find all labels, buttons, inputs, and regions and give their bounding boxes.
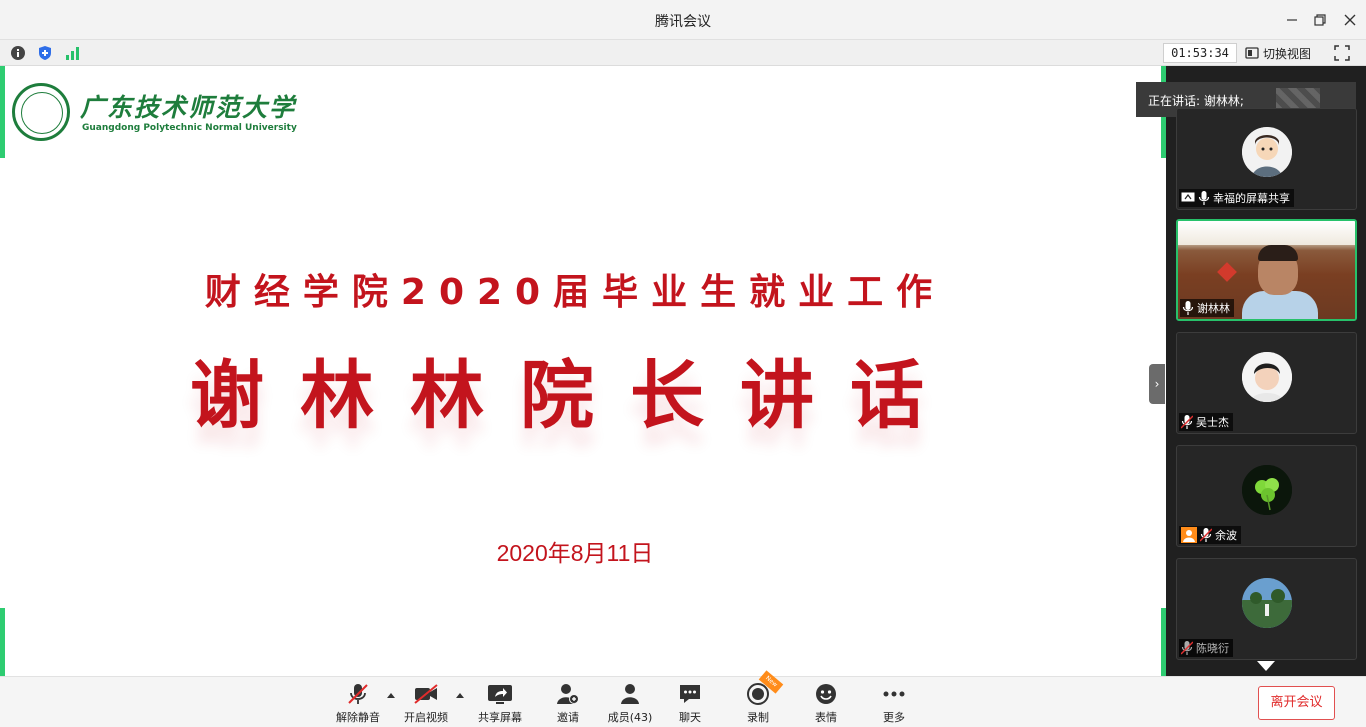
chevron-right-icon: › [1154,377,1160,391]
microphone-muted-icon [1181,641,1193,655]
participant-name: 陈晓衍 [1196,642,1229,655]
invite-button[interactable]: 邀请 [536,682,600,726]
unmute-button[interactable]: 解除静音 [326,682,390,726]
leave-meeting-button[interactable]: 离开会议 [1258,686,1335,720]
minimize-icon[interactable] [1282,10,1302,30]
collapse-panel-button[interactable]: › [1149,364,1165,404]
members-button[interactable]: 成员(43) [598,682,662,726]
participant-name: 幸福的屏幕共享 [1213,192,1290,205]
participant-tile-active[interactable]: 谢林林 [1176,219,1357,321]
logo-english-name: Guangdong Polytechnic Normal University [82,123,297,133]
fullscreen-icon[interactable] [1333,44,1351,62]
chat-button[interactable]: 聊天 [658,682,722,726]
switch-view-button[interactable]: 切换视图 [1245,43,1311,63]
participant-name-tag: 吴士杰 [1179,413,1233,431]
avatar [1242,578,1292,628]
participant-name-tag: 幸福的屏幕共享 [1179,189,1294,207]
host-badge-icon [1181,527,1197,543]
info-icon[interactable] [10,45,26,61]
avatar [1242,465,1292,515]
university-seal-icon [12,83,70,141]
share-screen-icon [488,685,512,704]
slide-date: 2020年8月11日 [496,540,654,566]
participant-tile[interactable]: 余波 [1176,445,1357,547]
shared-screen: 广东技术师范大学 Guangdong Polytechnic Normal Un… [0,66,1166,676]
emoji-icon [816,684,836,704]
participant-tile[interactable]: 幸福的屏幕共享 [1176,108,1357,210]
more-button[interactable]: 更多 [862,682,926,726]
switch-view-label: 切换视图 [1263,46,1312,61]
microphone-muted-icon [348,684,368,704]
video-options-caret-icon[interactable] [456,693,464,698]
restore-icon[interactable] [1310,10,1330,30]
microphone-icon [1182,301,1194,315]
speaking-label: 正在讲话: 谢林林; [1148,94,1244,108]
title-bar: 腾讯会议 [0,0,1366,40]
reactions-button[interactable]: 表情 [794,682,858,726]
meeting-timer: 01:53:34 [1163,43,1237,63]
share-border-bottom-left [0,608,5,676]
share-border-top-left [0,66,5,158]
chat-label: 聊天 [679,711,701,724]
share-screen-button[interactable]: 共享屏幕 [468,682,532,726]
members-label: 成员(43) [607,711,653,724]
screen-share-icon [1181,192,1195,202]
record-label: 录制 [747,711,769,724]
add-user-icon [557,684,579,704]
speaker-avatar-blur [1276,88,1320,110]
avatar [1242,127,1292,177]
participant-tile[interactable]: 吴士杰 [1176,332,1357,434]
avatar [1242,352,1292,402]
participant-name-tag: 谢林林 [1180,299,1234,317]
meeting-toolbar: 解除静音 开启视频 共享屏幕 邀请 成员(43) 聊天 录制 New 表情 更多… [0,670,1366,727]
share-screen-label: 共享屏幕 [478,711,522,724]
participant-tile[interactable]: 陈晓衍 [1176,558,1357,660]
more-label: 更多 [883,711,905,724]
slide-subtitle: 财经学院2020届毕业生就业工作 [204,272,946,313]
camera-off-icon [414,684,438,704]
members-icon [621,684,639,704]
meeting-info-bar: 01:53:34 切换视图 [0,40,1366,66]
chat-icon [680,685,700,703]
start-video-button[interactable]: 开启视频 [394,682,458,726]
participant-name: 余波 [1215,529,1237,542]
participant-name: 吴士杰 [1196,416,1229,429]
switch-view-icon [1245,47,1259,59]
participant-name-tag: 陈晓衍 [1179,639,1233,657]
logo-chinese-name: 广东技术师范大学 [80,93,297,122]
invite-label: 邀请 [557,711,579,724]
slide-title: 谢林林院长讲话 [190,353,960,439]
university-logo: 广东技术师范大学 Guangdong Polytechnic Normal Un… [12,83,297,143]
signal-strength-icon[interactable] [65,45,81,61]
start-video-label: 开启视频 [404,711,448,724]
participant-name-tag: 余波 [1179,526,1241,544]
unmute-label: 解除静音 [336,711,380,724]
scroll-down-icon[interactable] [1257,661,1275,671]
window-title: 腾讯会议 [655,14,711,30]
microphone-muted-icon [1181,415,1193,429]
microphone-muted-icon [1200,528,1212,542]
record-button[interactable]: 录制 New [726,670,790,726]
close-icon[interactable] [1340,10,1360,30]
more-icon [883,691,905,697]
reactions-label: 表情 [815,711,837,724]
microphone-icon [1198,191,1210,205]
participant-name: 谢林林 [1197,302,1230,315]
security-shield-icon[interactable] [37,45,53,61]
